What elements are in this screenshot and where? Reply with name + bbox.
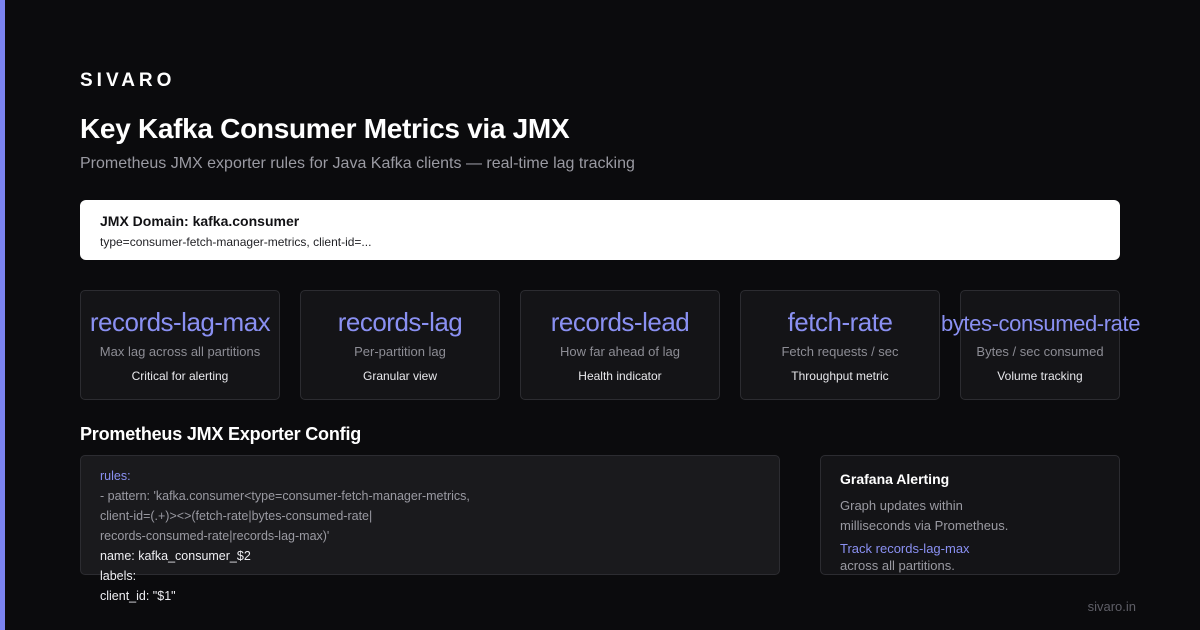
brand-logo: SIVARO bbox=[80, 70, 176, 91]
code-line: labels: bbox=[100, 569, 137, 583]
metric-description: Per-partition lag bbox=[354, 344, 446, 359]
metric-note: Critical for alerting bbox=[131, 369, 229, 383]
metric-name: fetch-rate bbox=[787, 307, 893, 337]
metric-name: bytes-consumed-rate bbox=[941, 311, 1141, 336]
code-line: - pattern: 'kafka.consumer<type=consumer… bbox=[100, 489, 470, 503]
code-line: client-id=(.+)><>(fetch-rate|bytes-consu… bbox=[100, 509, 373, 523]
config-code: rules: - pattern: 'kafka.consumer<type=c… bbox=[100, 466, 470, 606]
metric-description: Bytes / sec consumed bbox=[976, 344, 1104, 359]
metric-note: Throughput metric bbox=[791, 369, 889, 383]
page-subtitle: Prometheus JMX exporter rules for Java K… bbox=[80, 155, 635, 172]
metric-description: How far ahead of lag bbox=[560, 344, 680, 359]
grafana-alerting-content: Grafana Alerting Graph updates within mi… bbox=[840, 471, 1110, 576]
alerting-link[interactable]: Track records-lag-max bbox=[840, 541, 1110, 556]
metric-name: records-lag-max bbox=[89, 307, 271, 337]
jmx-domain-value: type=consumer-fetch-manager-metrics, cli… bbox=[100, 235, 372, 249]
code-line: records-consumed-rate|records-lag-max)' bbox=[100, 529, 330, 543]
metric-card-fetch-rate: fetch-rate Fetch requests / sec Throughp… bbox=[740, 290, 940, 400]
footer-url: sivaro.in bbox=[1087, 599, 1136, 614]
metric-card-records-lag-max: records-lag-max Max lag across all parti… bbox=[80, 290, 280, 400]
metric-description: Max lag across all partitions bbox=[99, 344, 261, 359]
metric-name: records-lag bbox=[337, 307, 463, 337]
metric-card-records-lag: records-lag Per-partition lag Granular v… bbox=[300, 290, 500, 400]
jmx-domain-box: JMX Domain: kafka.consumer type=consumer… bbox=[80, 200, 1120, 260]
code-line: name: kafka_consumer_$2 bbox=[100, 549, 251, 563]
accent-bar bbox=[0, 0, 5, 630]
code-line: client_id: "$1" bbox=[100, 589, 176, 603]
page-title: Key Kafka Consumer Metrics via JMX bbox=[80, 113, 570, 144]
metric-description: Fetch requests / sec bbox=[781, 344, 899, 359]
alerting-body-line: milliseconds via Prometheus. bbox=[840, 518, 1009, 533]
alerting-title: Grafana Alerting bbox=[840, 471, 950, 487]
metric-card-records-lead: records-lead How far ahead of lag Health… bbox=[520, 290, 720, 400]
metric-card-bytes-consumed-rate: bytes-consumed-rate Bytes / sec consumed… bbox=[941, 290, 1140, 400]
metric-note: Granular view bbox=[362, 369, 438, 383]
code-line: rules: bbox=[100, 469, 131, 483]
metric-name: records-lead bbox=[550, 307, 690, 337]
jmx-domain-label: JMX Domain: kafka.consumer bbox=[100, 213, 300, 229]
metric-note: Health indicator bbox=[578, 369, 662, 383]
config-section-title: Prometheus JMX Exporter Config bbox=[80, 424, 362, 444]
metric-cards: records-lag-max Max lag across all parti… bbox=[80, 290, 1140, 400]
metric-note: Volume tracking bbox=[997, 369, 1083, 383]
alerting-body-line: Graph updates within bbox=[840, 498, 963, 513]
alerting-body: Graph updates within milliseconds via Pr… bbox=[840, 496, 1110, 536]
alerting-foot: across all partitions. bbox=[840, 558, 955, 573]
